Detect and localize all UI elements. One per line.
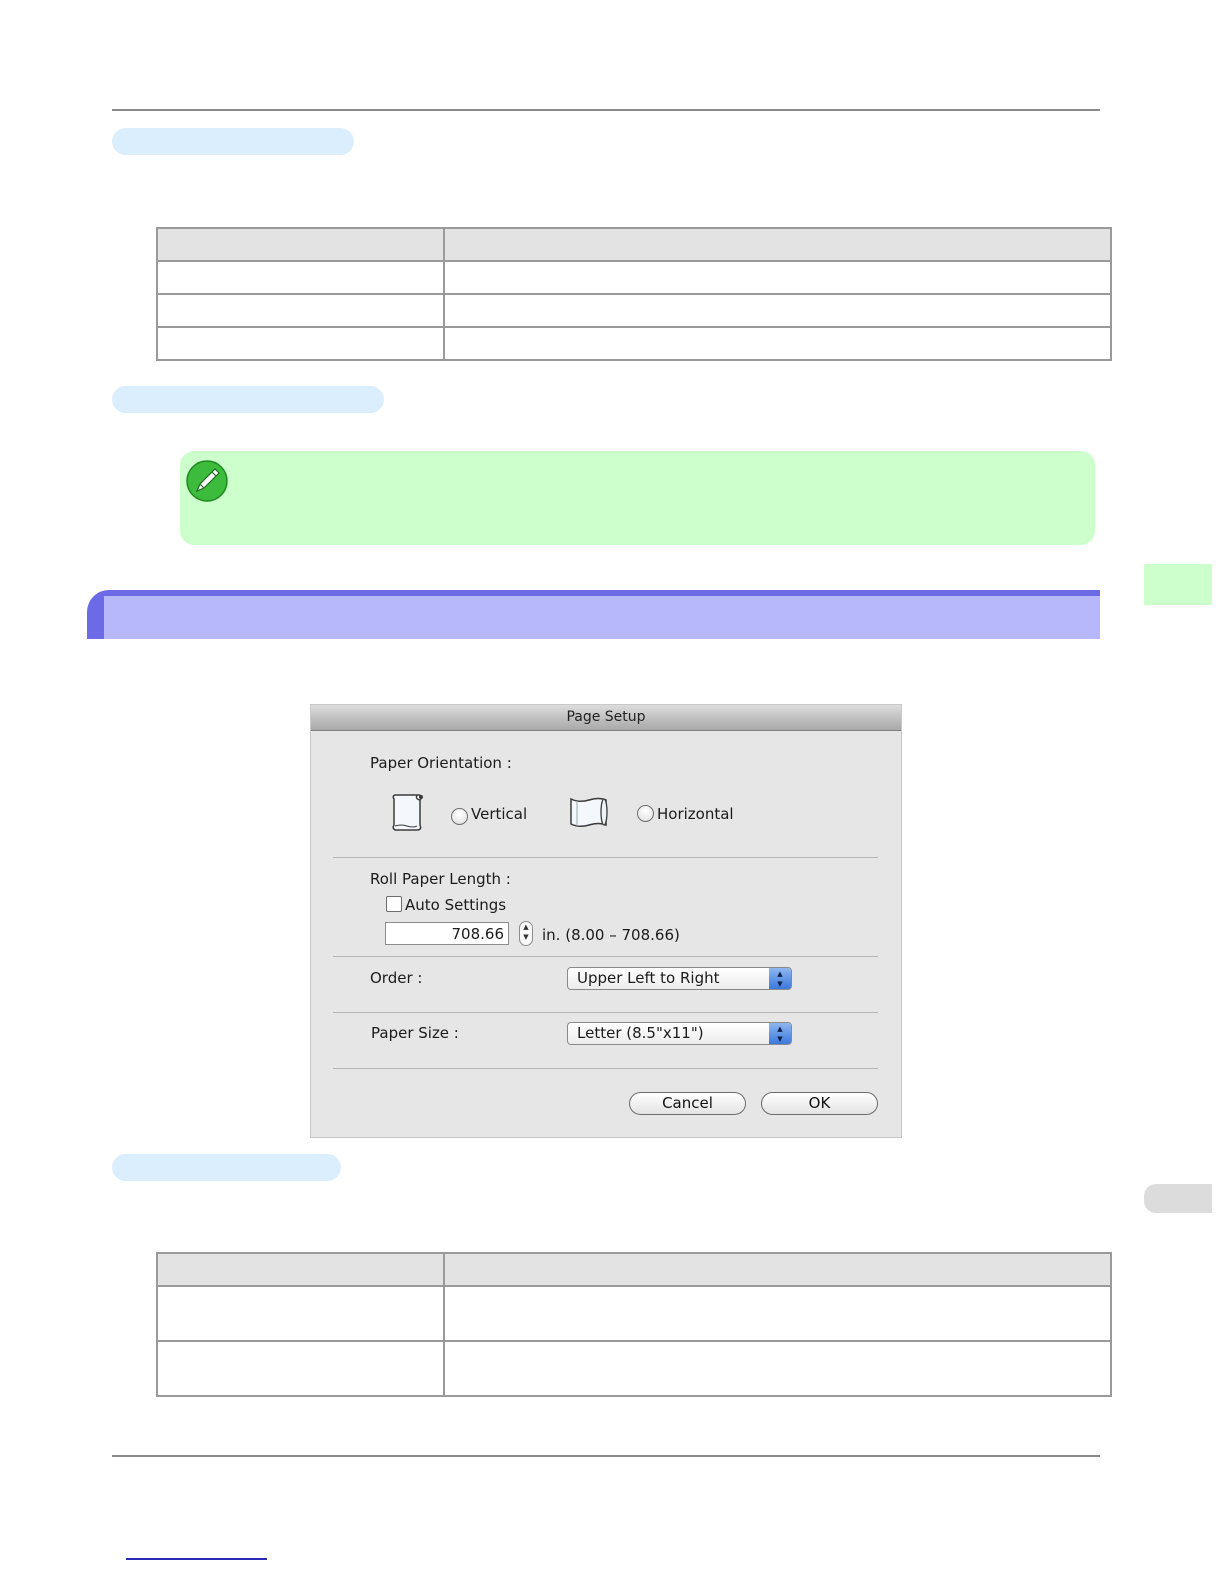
cancel-button[interactable]: Cancel [629,1092,746,1115]
table-row [156,326,1112,361]
section-banner [87,590,1100,639]
auto-settings-checkbox[interactable] [386,896,402,912]
roll-length-range: in. (8.00 – 708.66) [542,926,680,944]
table-cell [443,1340,1112,1397]
horizontal-label: Horizontal [657,805,734,823]
index-side-tab [1144,1184,1212,1213]
dialog-separator [333,1068,878,1069]
roll-paper-length-label: Roll Paper Length : [370,870,511,888]
order-select[interactable]: Upper Left to Right ▲ ▼ [567,967,792,990]
paper-size-select[interactable]: Letter (8.5"x11") ▲ ▼ [567,1022,792,1045]
header-rule [112,109,1100,111]
dialog-title[interactable]: Page Setup [311,705,901,731]
ok-button[interactable]: OK [761,1092,878,1115]
pencil-note-icon [186,460,228,502]
order-select-value: Upper Left to Right [577,969,720,987]
table-cell [443,1285,1112,1342]
dialog-separator [333,857,878,858]
table-header-row [156,1252,1112,1287]
section-banner-fill [104,596,1100,639]
roll-paper-vertical-icon [392,794,423,831]
dialog-separator [333,956,878,957]
table-row [156,1285,1112,1342]
roll-length-input[interactable]: 708.66 [385,922,509,945]
table-header-cell [443,1252,1112,1287]
table-header-row [156,227,1112,262]
page-setup-dialog: Page Setup Paper Orientation : Vertical … [311,705,901,1137]
roll-paper-horizontal-icon [570,797,608,828]
settings-table-1 [156,227,1112,361]
settings-table-2 [156,1252,1112,1397]
paper-size-select-value: Letter (8.5"x11") [577,1024,704,1042]
table-cell [156,1285,445,1342]
section-heading-3 [112,1154,341,1181]
note-box [180,451,1095,545]
table-cell [156,1340,445,1397]
roll-length-stepper[interactable]: ▲ ▼ [519,921,533,946]
vertical-label: Vertical [471,805,528,823]
table-cell [443,260,1112,295]
stepper-up-icon[interactable]: ▲ [523,923,528,931]
table-row [156,293,1112,328]
chapter-side-tab [1144,564,1212,605]
stepper-down-icon[interactable]: ▼ [523,933,528,941]
table-header-cell [443,227,1112,262]
table-cell [156,293,445,328]
order-label: Order : [370,969,423,987]
paper-size-label: Paper Size : [371,1024,459,1042]
horizontal-radio[interactable] [637,805,654,822]
auto-settings-label: Auto Settings [405,896,507,914]
footer-rule [112,1455,1100,1457]
table-header-cell [156,227,445,262]
dialog-separator [333,1012,878,1013]
table-row [156,260,1112,295]
section-heading-2 [112,386,384,413]
table-row [156,1340,1112,1397]
table-cell [443,326,1112,361]
table-cell [156,326,445,361]
table-cell [443,293,1112,328]
paper-orientation-label: Paper Orientation : [370,754,512,772]
vertical-radio[interactable] [451,808,468,825]
section-heading-1 [112,128,354,155]
footer-link-underline[interactable] [126,1558,267,1560]
select-arrows-icon: ▲ ▼ [769,968,791,989]
table-header-cell [156,1252,445,1287]
select-arrows-icon: ▲ ▼ [769,1023,791,1044]
table-cell [156,260,445,295]
